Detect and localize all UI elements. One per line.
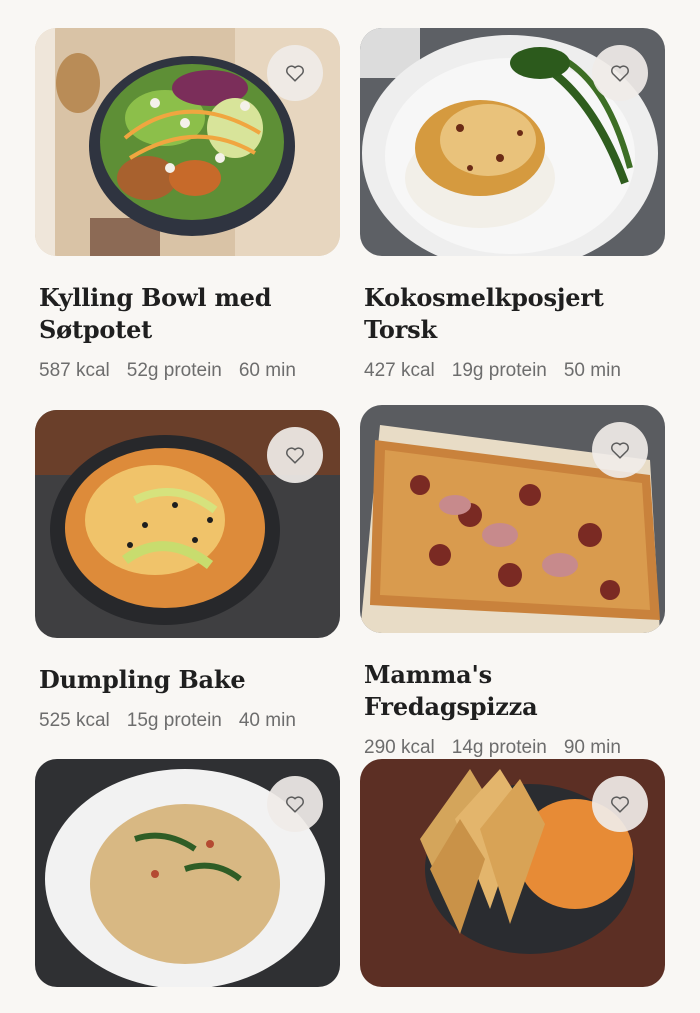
recipe-card[interactable] — [360, 759, 665, 1013]
recipe-image-chicken-bowl[interactable] — [35, 28, 340, 256]
recipe-image-friday-pizza[interactable] — [360, 405, 665, 633]
recipe-protein: 19g protein — [451, 360, 547, 381]
recipe-title[interactable]: Kylling Bowl med Søtpotet — [39, 282, 339, 346]
heart-outline-icon — [286, 65, 304, 82]
recipe-kcal: 587 kcal — [39, 360, 110, 381]
heart-outline-icon — [611, 796, 629, 813]
recipe-image-poached-cod[interactable] — [360, 28, 665, 256]
heart-outline-icon — [286, 796, 304, 813]
favorite-button[interactable] — [267, 45, 323, 101]
recipe-kcal: 427 kcal — [364, 360, 435, 381]
recipe-protein: 52g protein — [126, 360, 222, 381]
recipe-stats: 290 kcal 14g protein 90 min — [364, 737, 665, 759]
recipe-time: 50 min — [563, 360, 621, 381]
recipe-card[interactable]: Kokosmelkposjert Torsk 427 kcal 19g prot… — [360, 28, 665, 382]
recipe-protein: 14g protein — [451, 737, 547, 758]
favorite-button[interactable] — [267, 427, 323, 483]
recipe-image-orzo-pasta[interactable] — [35, 759, 340, 987]
recipe-time: 40 min — [238, 710, 296, 731]
heart-outline-icon — [611, 442, 629, 459]
recipe-card[interactable] — [35, 759, 340, 1013]
recipe-title[interactable]: Mamma's Fredagspizza — [364, 659, 664, 723]
recipe-kcal: 525 kcal — [39, 710, 110, 731]
recipe-time: 60 min — [238, 360, 296, 381]
favorite-button[interactable] — [592, 422, 648, 478]
recipe-title[interactable]: Kokosmelkposjert Torsk — [364, 282, 664, 346]
favorite-button[interactable] — [592, 45, 648, 101]
recipe-card[interactable]: Kylling Bowl med Søtpotet 587 kcal 52g p… — [35, 28, 340, 382]
recipe-stats: 525 kcal 15g protein 40 min — [39, 710, 340, 732]
recipe-image-bread-soup[interactable] — [360, 759, 665, 987]
recipe-stats: 427 kcal 19g protein 50 min — [364, 360, 665, 382]
recipe-image-dumpling-bake[interactable] — [35, 410, 340, 638]
recipe-time: 90 min — [563, 737, 621, 758]
favorite-button[interactable] — [267, 776, 323, 832]
heart-outline-icon — [286, 447, 304, 464]
recipe-stats: 587 kcal 52g protein 60 min — [39, 360, 340, 382]
heart-outline-icon — [611, 65, 629, 82]
recipe-card[interactable]: Dumpling Bake 525 kcal 15g protein 40 mi… — [35, 410, 340, 732]
recipe-kcal: 290 kcal — [364, 737, 435, 758]
recipe-protein: 15g protein — [126, 710, 222, 731]
recipe-title[interactable]: Dumpling Bake — [39, 664, 339, 696]
favorite-button[interactable] — [592, 776, 648, 832]
recipe-card[interactable]: Mamma's Fredagspizza 290 kcal 14g protei… — [360, 405, 665, 759]
